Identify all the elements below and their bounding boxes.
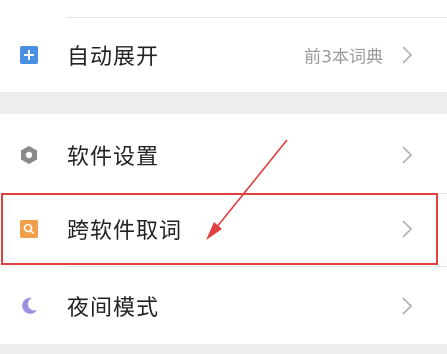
chevron-right-icon	[402, 297, 413, 315]
divider	[66, 17, 447, 18]
row-value: 前3本词典	[304, 47, 383, 68]
divider	[66, 193, 447, 194]
row-label: 夜间模式	[67, 296, 160, 321]
chevron-right-icon	[402, 46, 413, 64]
row-night-mode[interactable]: 夜间模式	[0, 273, 447, 339]
row-label: 跨软件取词	[67, 219, 183, 244]
chevron-right-icon	[402, 146, 413, 164]
row-label: 自动展开	[67, 45, 160, 70]
row-software-settings[interactable]: 软件设置	[0, 122, 447, 188]
divider	[66, 266, 447, 267]
row-auto-expand[interactable]: 自动展开 前3本词典	[0, 22, 447, 88]
search-square-icon	[20, 220, 38, 238]
settings-group-top: 自动展开 前3本词典	[0, 0, 447, 92]
chevron-right-icon	[402, 220, 413, 238]
plus-square-icon	[20, 46, 38, 64]
row-label: 软件设置	[67, 145, 160, 170]
row-cross-app-lookup[interactable]: 跨软件取词	[0, 196, 447, 262]
hexagon-settings-icon	[21, 146, 37, 164]
moon-icon	[22, 297, 37, 314]
